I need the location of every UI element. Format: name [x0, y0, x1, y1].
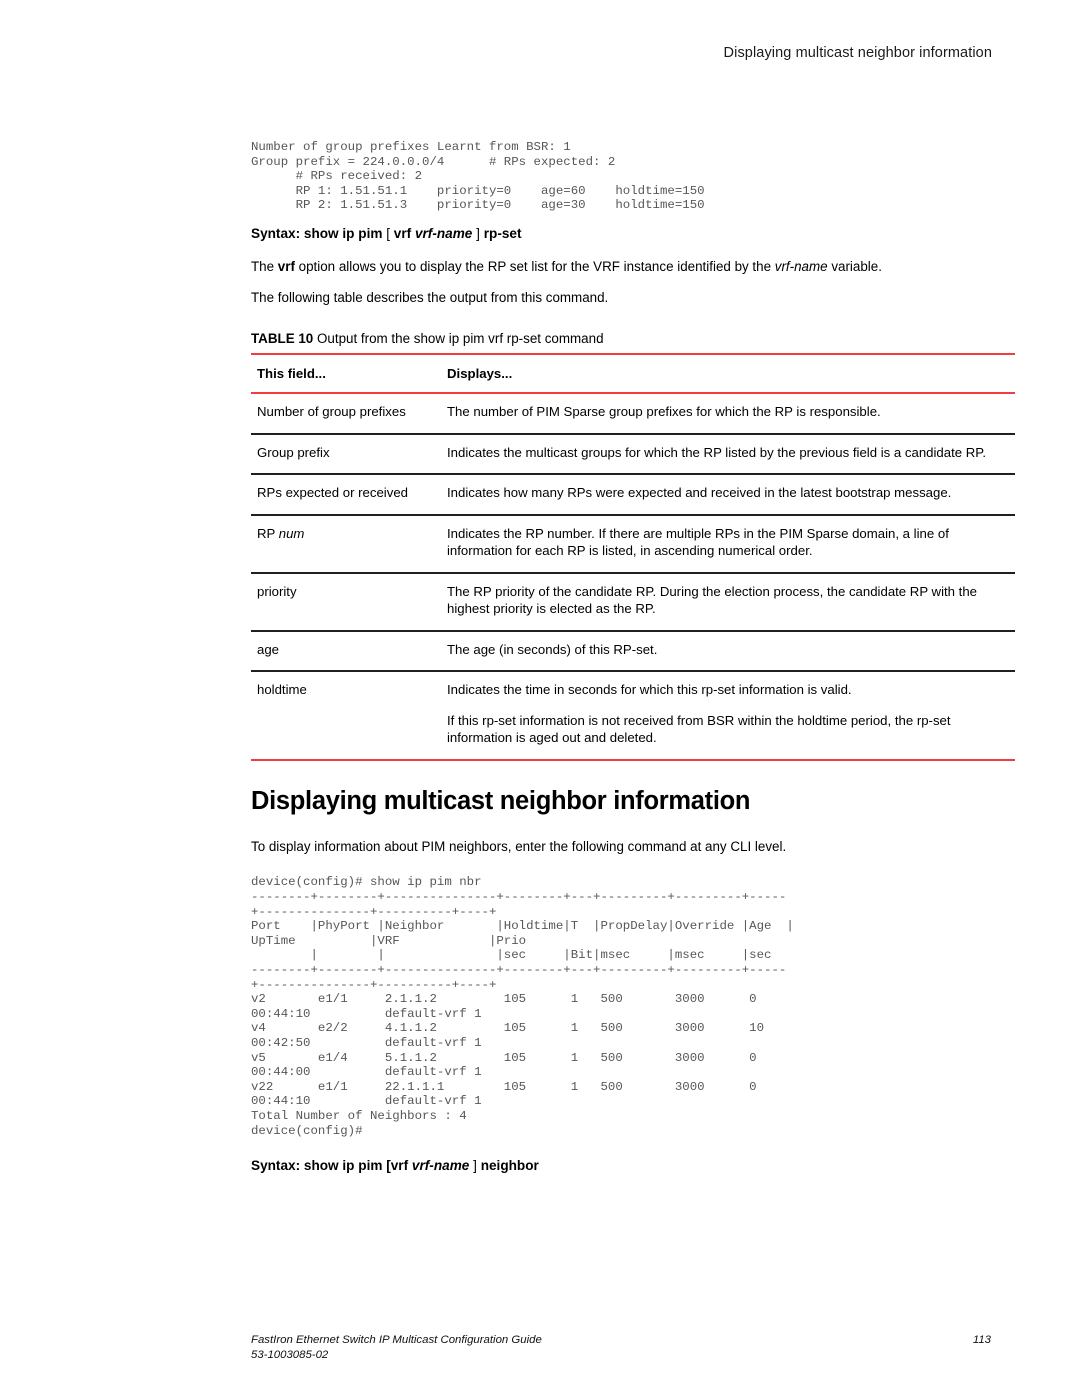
paragraph-vrf-after: variable.: [827, 258, 882, 274]
table-cell-field: RPs expected or received: [251, 474, 441, 515]
running-head: Displaying multicast neighbor informatio…: [723, 45, 992, 61]
syntax-open-bracket: [: [386, 225, 390, 241]
table-cell-field: RP num: [251, 515, 441, 573]
table-row: RP num Indicates the RP number. If there…: [251, 515, 1015, 573]
syntax-label: Syntax:: [251, 225, 301, 241]
field-name: priority: [257, 583, 297, 599]
table-row: age The age (in seconds) of this RP-set.: [251, 631, 1015, 672]
syntax-vrf-keyword: vrf: [393, 225, 412, 241]
table-cell-displays: The RP priority of the candidate RP. Dur…: [441, 573, 1015, 631]
syntax-command: show ip pim: [303, 1158, 383, 1174]
displays-text: Indicates the time in seconds for which …: [447, 682, 852, 698]
syntax-close-bracket: ]: [473, 1158, 477, 1174]
table-row: Group prefix Indicates the multicast gro…: [251, 434, 1015, 475]
field-name: RPs expected or received: [257, 485, 408, 501]
syntax-vrf-variable: vrf-name: [411, 1158, 470, 1174]
syntax-open-bracket-vrf: [vrf: [386, 1158, 408, 1173]
displays-text: The RP priority of the candidate RP. Dur…: [447, 583, 978, 617]
rp-set-output-table: This field... Displays... Number of grou…: [251, 353, 1015, 761]
syntax-close-bracket: ]: [476, 225, 480, 241]
table-cell-field: holdtime: [251, 671, 441, 760]
syntax-line-rp-set: Syntax: show ip pim [ vrf vrf-name ] rp-…: [251, 226, 991, 241]
table-head: This field... Displays...: [251, 353, 1015, 394]
syntax-label: Syntax:: [251, 1158, 301, 1174]
displays-text: The number of PIM Sparse group prefixes …: [447, 404, 881, 420]
cli-output-pim-nbr: device(config)# show ip pim nbr --------…: [251, 875, 794, 1138]
syntax-tail: rp-set: [483, 225, 522, 241]
paragraph-vrf-before: The: [251, 258, 278, 274]
field-name: Group prefix: [257, 444, 330, 460]
table-cell-displays: Indicates the time in seconds for which …: [441, 671, 1015, 760]
footer-page-number: 113: [972, 1334, 991, 1346]
table-cell-displays: The number of PIM Sparse group prefixes …: [441, 393, 1015, 434]
footer-doc-number: 53-1003085-02: [251, 1348, 329, 1361]
table-cell-field: priority: [251, 573, 441, 631]
table-header-row: This field... Displays...: [251, 353, 1015, 394]
field-name: RP: [257, 525, 279, 541]
page-content: Number of group prefixes Learnt from BSR…: [251, 140, 1015, 1173]
table-header-displays: Displays...: [447, 365, 513, 381]
table-row: RPs expected or received Indicates how m…: [251, 474, 1015, 515]
paragraph-table-intro: The following table describes the output…: [251, 290, 609, 306]
field-name: age: [257, 641, 280, 657]
paragraph-vrf-italic: vrf-name: [774, 258, 828, 274]
table-row: Number of group prefixes The number of P…: [251, 393, 1015, 434]
syntax-line-neighbor: Syntax: show ip pim [vrf vrf-name ] neig…: [251, 1158, 991, 1173]
cli-output-rp-set: Number of group prefixes Learnt from BSR…: [251, 140, 705, 213]
paragraph-vrf-option: The vrf option allows you to display the…: [251, 258, 991, 276]
paragraph-neighbor-intro: To display information about PIM neighbo…: [251, 838, 787, 854]
syntax-vrf-variable: vrf-name: [414, 225, 473, 241]
displays-text: The age (in seconds) of this RP-set.: [447, 641, 658, 657]
field-name-variable: num: [278, 525, 305, 541]
table-body: Number of group prefixes The number of P…: [251, 393, 1015, 760]
displays-text: Indicates how many RPs were expected and…: [447, 485, 952, 501]
table-cell-displays: The age (in seconds) of this RP-set.: [441, 631, 1015, 672]
table-cell-field: Group prefix: [251, 434, 441, 475]
displays-text-secondary: If this rp-set information is not receiv…: [447, 712, 951, 746]
field-name: Number of group prefixes: [257, 404, 406, 420]
syntax-command: show ip pim: [303, 225, 383, 241]
table-cell-field: age: [251, 631, 441, 672]
table-cell-displays: Indicates how many RPs were expected and…: [441, 474, 1015, 515]
syntax-vrf-keyword: vrf: [390, 1158, 409, 1174]
table-cell-displays: Indicates the multicast groups for which…: [441, 434, 1015, 475]
table-caption-text: Output from the show ip pim vrf rp-set c…: [317, 330, 604, 346]
displays-text: Indicates the multicast groups for which…: [447, 444, 987, 460]
syntax-tail: neighbor: [480, 1158, 539, 1174]
table-cell-field: Number of group prefixes: [251, 393, 441, 434]
table-header-field: This field...: [257, 365, 326, 381]
paragraph-vrf-bold: vrf: [277, 258, 295, 274]
table-cell-displays: Indicates the RP number. If there are mu…: [441, 515, 1015, 573]
table-caption: TABLE 10 Output from the show ip pim vrf…: [251, 331, 991, 346]
paragraph-vrf-middle: option allows you to display the RP set …: [294, 258, 775, 274]
displays-text: Indicates the RP number. If there are mu…: [447, 525, 949, 559]
table-row: priority The RP priority of the candidat…: [251, 573, 1015, 631]
table-number: TABLE 10: [251, 330, 314, 346]
document-page: Displaying multicast neighbor informatio…: [0, 0, 1080, 1397]
field-name: holdtime: [257, 682, 307, 698]
footer-left: FastIron Ethernet Switch IP Multicast Co…: [251, 1333, 542, 1362]
page-title: Displaying multicast neighbor informatio…: [251, 786, 751, 815]
table-row: holdtime Indicates the time in seconds f…: [251, 671, 1015, 760]
page-footer: FastIron Ethernet Switch IP Multicast Co…: [251, 1333, 991, 1362]
footer-doc-title: FastIron Ethernet Switch IP Multicast Co…: [251, 1334, 542, 1346]
